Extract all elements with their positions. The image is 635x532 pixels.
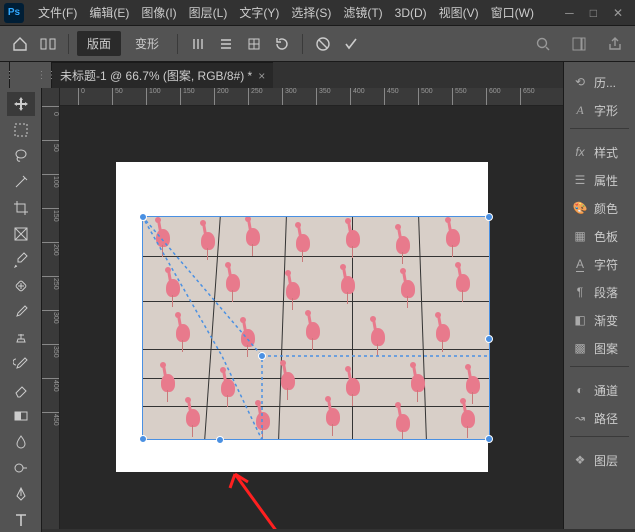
menu-bar: Ps 文件(F) 编辑(E) 图像(I) 图层(L) 文字(Y) 选择(S) 滤… [0,0,635,26]
properties-icon: ☰ [572,172,588,188]
panel-channels[interactable]: ◐通道 [564,376,635,404]
menu-view[interactable]: 视图(V) [433,4,485,21]
menu-type[interactable]: 文字(Y) [233,4,285,21]
magic-wand-tool[interactable] [7,170,35,194]
transform-mode-icon[interactable] [36,32,60,56]
panel-paths[interactable]: ↝路径 [564,404,635,432]
blur-tool[interactable] [7,430,35,454]
workspace-icon[interactable] [567,32,591,56]
panel-styles[interactable]: fx样式 [564,138,635,166]
window-close-icon[interactable]: ✕ [613,6,623,20]
marquee-tool[interactable] [7,118,35,142]
character-icon: A [572,256,588,272]
frame-tool[interactable] [7,222,35,246]
panel-history[interactable]: ⟲历... [564,68,635,96]
menu-edit[interactable]: 编辑(E) [83,4,135,21]
crop-tool[interactable] [7,196,35,220]
menu-3d[interactable]: 3D(D) [389,6,433,20]
swatches-icon: ▦ [572,228,588,244]
menu-select[interactable]: 选择(S) [285,4,337,21]
menu-filter[interactable]: 滤镜(T) [337,4,388,21]
panel-pattern[interactable]: ▩图案 [564,334,635,362]
menu-window[interactable]: 窗口(W) [485,4,540,21]
tab-warp[interactable]: 变形 [125,31,169,56]
search-icon[interactable] [531,32,555,56]
menu-file[interactable]: 文件(F) [32,4,83,21]
tab-layout[interactable]: 版面 [77,31,121,56]
gradient-tool[interactable] [7,404,35,428]
menu-image[interactable]: 图像(I) [135,4,182,21]
clone-stamp-tool[interactable] [7,326,35,350]
pen-tool[interactable] [7,482,35,506]
panel-glyphs[interactable]: A字形 [564,96,635,124]
align-columns-icon[interactable] [186,32,210,56]
perspective-handle[interactable] [258,352,266,360]
paths-icon: ↝ [572,410,588,426]
layers-icon: ❖ [572,452,588,468]
annotation-arrow-icon [220,466,300,529]
document-tab[interactable]: 未标题-1 @ 66.7% (图案, RGB/8#) * × [52,62,273,88]
pattern-image [142,216,490,440]
grid-icon[interactable] [242,32,266,56]
panel-dock: ⟲历... A字形 fx样式 ☰属性 🎨颜色 ▦色板 A字符 ¶段落 ◧渐变 ▩… [563,62,635,529]
panel-properties[interactable]: ☰属性 [564,166,635,194]
ruler-horizontal[interactable]: 0 50 100 150 200 250 300 350 400 450 500… [60,88,563,106]
toolbox [0,88,42,532]
panel-swatches[interactable]: ▦色板 [564,222,635,250]
glyphs-icon: A [572,102,588,118]
eraser-tool[interactable] [7,378,35,402]
home-icon[interactable] [8,32,32,56]
cancel-icon[interactable] [311,32,335,56]
options-bar: 版面 变形 [0,26,635,62]
ruler-vertical[interactable]: 0 50 100 150 200 250 300 350 400 450 [42,88,60,529]
reset-icon[interactable] [270,32,294,56]
panel-grip-icon[interactable]: ⋮⋮ [0,62,10,88]
share-icon[interactable] [603,32,627,56]
history-brush-tool[interactable] [7,352,35,376]
panel-layers[interactable]: ❖图层 [564,446,635,474]
dodge-tool[interactable] [7,456,35,480]
canvas[interactable] [60,106,563,529]
channels-icon: ◐ [572,382,588,398]
styles-icon: fx [572,144,588,160]
panel-paragraph[interactable]: ¶段落 [564,278,635,306]
window-minimize-icon[interactable]: ─ [565,6,574,20]
commit-icon[interactable] [339,32,363,56]
window-maximize-icon[interactable]: □ [590,6,597,20]
perspective-handle[interactable] [216,436,224,444]
color-icon: 🎨 [572,200,588,216]
history-icon: ⟲ [572,74,588,90]
eyedropper-tool[interactable] [7,248,35,272]
menu-layer[interactable]: 图层(L) [183,4,234,21]
app-logo: Ps [4,3,24,23]
lasso-tool[interactable] [7,144,35,168]
document-tab-title: 未标题-1 @ 66.7% (图案, RGB/8#) * [60,67,252,84]
align-rows-icon[interactable] [214,32,238,56]
healing-tool[interactable] [7,274,35,298]
move-tool[interactable] [7,92,35,116]
paragraph-icon: ¶ [572,284,588,300]
type-tool[interactable] [7,508,35,532]
panel-character[interactable]: A字符 [564,250,635,278]
gradient-icon: ◧ [572,312,588,328]
panel-color[interactable]: 🎨颜色 [564,194,635,222]
panel-grip-icon[interactable]: ⋮⋮ [42,62,52,88]
pattern-icon: ▩ [572,340,588,356]
brush-tool[interactable] [7,300,35,324]
close-icon[interactable]: × [258,69,265,83]
panel-gradient[interactable]: ◧渐变 [564,306,635,334]
document-area: ⋮⋮ 未标题-1 @ 66.7% (图案, RGB/8#) * × 0 50 1… [42,62,563,529]
